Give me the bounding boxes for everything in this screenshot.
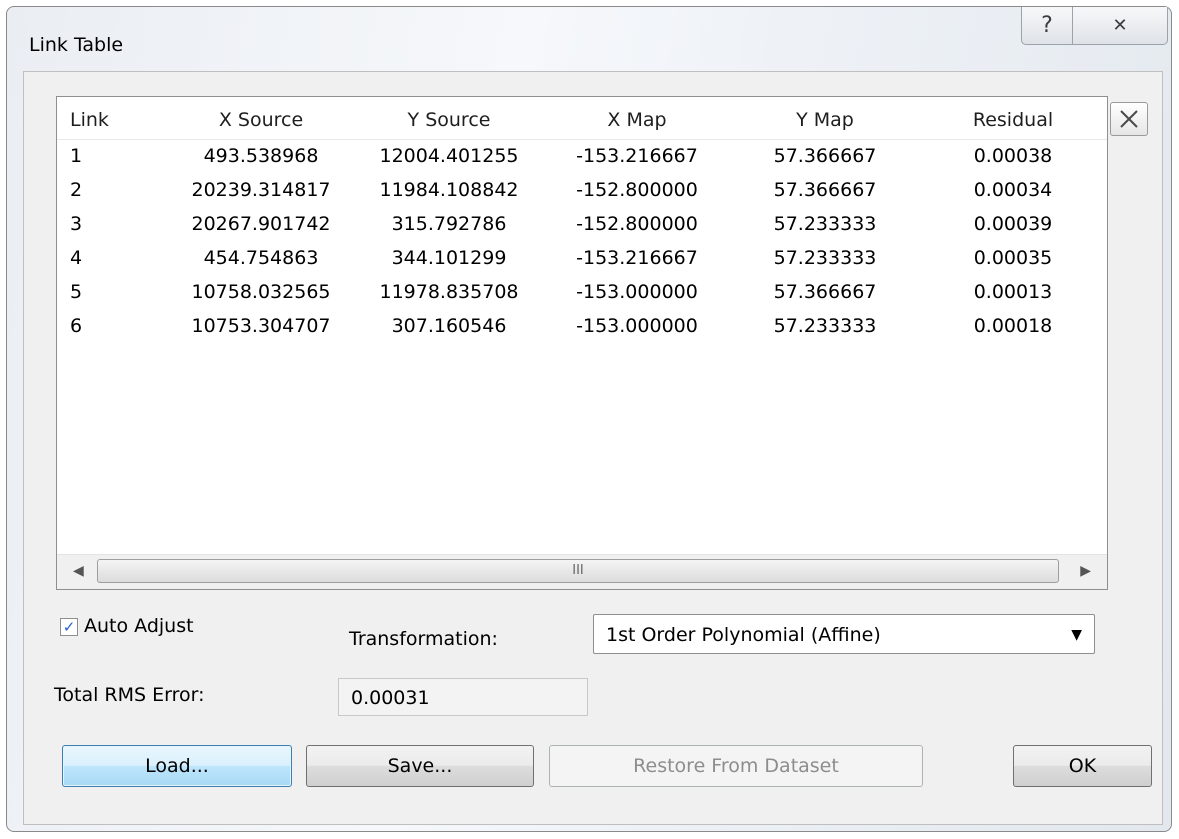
cell-residual: 0.00013 (973, 281, 1053, 303)
window-close-button[interactable]: ✕ (1072, 7, 1168, 45)
table-row[interactable]: 3 20267.901742 315.792786 -152.800000 57… (57, 207, 1107, 241)
cell-y-map: 57.366667 (773, 179, 877, 201)
load-button[interactable]: Load... (62, 745, 292, 787)
cell-residual: 0.00035 (973, 247, 1053, 269)
cell-y-map: 57.233333 (773, 247, 877, 269)
scroll-right-arrow-icon[interactable]: ▶ (1080, 563, 1091, 579)
cell-y-source: 307.160546 (391, 315, 507, 337)
cell-y-source: 12004.401255 (379, 145, 519, 167)
cell-residual: 0.00034 (973, 179, 1053, 201)
table-body: 1 493.538968 12004.401255 -153.216667 57… (57, 139, 1107, 343)
transformation-select[interactable]: 1st Order Polynomial (Affine) ▼ (593, 614, 1095, 654)
cell-link: 5 (70, 281, 83, 303)
help-icon: ? (1041, 13, 1053, 38)
restore-from-dataset-button: Restore From Dataset (549, 745, 923, 787)
cell-x-map: -152.800000 (576, 179, 698, 201)
checkmark-icon: ✓ (62, 618, 76, 636)
cell-x-source: 20239.314817 (191, 179, 331, 201)
table-row[interactable]: 5 10758.032565 11978.835708 -153.000000 … (57, 275, 1107, 309)
cell-residual: 0.00039 (973, 213, 1053, 235)
dialog-title: Link Table (29, 34, 124, 56)
column-header-link[interactable]: Link (70, 109, 150, 131)
column-header-x-source[interactable]: X Source (167, 109, 355, 131)
cell-y-source: 344.101299 (391, 247, 507, 269)
cell-x-map: -153.216667 (576, 145, 698, 167)
transformation-label: Transformation: (349, 628, 498, 650)
table-row[interactable]: 1 493.538968 12004.401255 -153.216667 57… (57, 139, 1107, 173)
cell-y-map: 57.233333 (773, 315, 877, 337)
help-button[interactable]: ? (1021, 7, 1073, 45)
cell-x-source: 10753.304707 (191, 315, 331, 337)
table-row[interactable]: 2 20239.314817 11984.108842 -152.800000 … (57, 173, 1107, 207)
cell-link: 4 (70, 247, 83, 269)
cell-x-map: -153.000000 (576, 281, 698, 303)
transformation-selected-value: 1st Order Polynomial (Affine) (606, 624, 881, 646)
cell-x-map: -153.000000 (576, 315, 698, 337)
cell-link: 2 (70, 179, 83, 201)
cell-y-source: 11978.835708 (379, 281, 519, 303)
close-x-icon (1120, 110, 1138, 128)
total-rms-error-field: 0.00031 (338, 678, 588, 716)
scroll-left-arrow-icon[interactable]: ◀ (73, 563, 84, 579)
cell-residual: 0.00018 (973, 315, 1053, 337)
cell-y-map: 57.233333 (773, 213, 877, 235)
link-table-grid[interactable]: Link X Source Y Source X Map Y Map Resid… (56, 96, 1108, 590)
cell-residual: 0.00038 (973, 145, 1053, 167)
auto-adjust-label[interactable]: Auto Adjust (84, 615, 194, 637)
cell-y-map: 57.366667 (773, 145, 877, 167)
cell-x-source: 493.538968 (203, 145, 319, 167)
auto-adjust-checkbox[interactable]: ✓ (60, 618, 78, 636)
total-rms-error-value: 0.00031 (351, 687, 430, 709)
cell-y-source: 315.792786 (391, 213, 507, 235)
cell-x-map: -152.800000 (576, 213, 698, 235)
dropdown-arrow-icon[interactable]: ▼ (1071, 627, 1082, 643)
table-row[interactable]: 4 454.754863 344.101299 -153.216667 57.2… (57, 241, 1107, 275)
cell-link: 1 (70, 145, 83, 167)
total-rms-error-label: Total RMS Error: (54, 684, 205, 706)
column-header-y-map[interactable]: Y Map (731, 109, 919, 131)
cell-y-map: 57.366667 (773, 281, 877, 303)
cell-x-source: 454.754863 (203, 247, 319, 269)
column-header-residual[interactable]: Residual (919, 109, 1107, 131)
dialog-client-area: Link X Source Y Source X Map Y Map Resid… (23, 71, 1163, 825)
delete-link-button[interactable] (1110, 102, 1148, 136)
cell-link: 6 (70, 315, 83, 337)
cell-x-map: -153.216667 (576, 247, 698, 269)
close-icon: ✕ (1112, 15, 1128, 36)
grip-icon: III (572, 563, 584, 578)
link-table-dialog: Link Table ? ✕ Link X Source Y Source X … (6, 6, 1172, 832)
table-header: Link X Source Y Source X Map Y Map Resid… (57, 97, 1107, 140)
scrollbar-thumb[interactable]: III (97, 559, 1059, 583)
column-header-y-source[interactable]: Y Source (355, 109, 543, 131)
save-button[interactable]: Save... (306, 745, 534, 787)
cell-y-source: 11984.108842 (379, 179, 519, 201)
horizontal-scrollbar[interactable]: ◀ III ▶ (57, 554, 1107, 589)
cell-link: 3 (70, 213, 83, 235)
table-row[interactable]: 6 10753.304707 307.160546 -153.000000 57… (57, 309, 1107, 343)
cell-x-source: 20267.901742 (191, 213, 331, 235)
cell-x-source: 10758.032565 (191, 281, 331, 303)
column-header-x-map[interactable]: X Map (543, 109, 731, 131)
ok-button[interactable]: OK (1013, 745, 1152, 787)
